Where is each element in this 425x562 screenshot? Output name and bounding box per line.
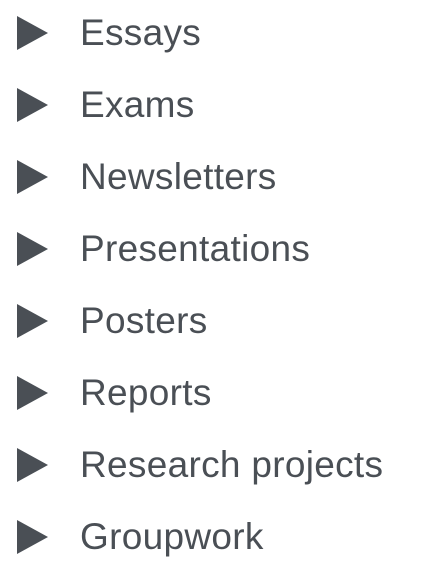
list-item-label: Newsletters (80, 156, 277, 197)
list-item-reports[interactable]: Reports (0, 368, 425, 418)
triangle-right-icon (17, 16, 48, 50)
list-item-label: Research projects (80, 444, 384, 485)
list-item-presentations[interactable]: Presentations (0, 224, 425, 274)
triangle-right-icon (17, 448, 48, 482)
assessment-type-list: Essays Exams Newsletters Presentations P… (0, 0, 425, 557)
list-item-label: Essays (80, 12, 202, 53)
triangle-right-icon (17, 520, 48, 554)
triangle-right-icon (17, 232, 48, 266)
triangle-right-icon (17, 160, 48, 194)
list-item-label: Exams (80, 84, 195, 125)
triangle-right-icon (17, 304, 48, 338)
list-item-label: Posters (80, 300, 208, 341)
list-item-label: Reports (80, 372, 212, 413)
list-item-groupwork[interactable]: Groupwork (0, 512, 425, 562)
list-item-posters[interactable]: Posters (0, 296, 425, 346)
list-item-research-projects[interactable]: Research projects (0, 440, 425, 490)
list-item-essays[interactable]: Essays (0, 8, 425, 58)
list-item-label: Groupwork (80, 516, 264, 557)
list-item-label: Presentations (80, 228, 311, 269)
list-item-newsletters[interactable]: Newsletters (0, 152, 425, 202)
triangle-right-icon (17, 88, 48, 122)
triangle-right-icon (17, 376, 48, 410)
list-item-exams[interactable]: Exams (0, 80, 425, 130)
